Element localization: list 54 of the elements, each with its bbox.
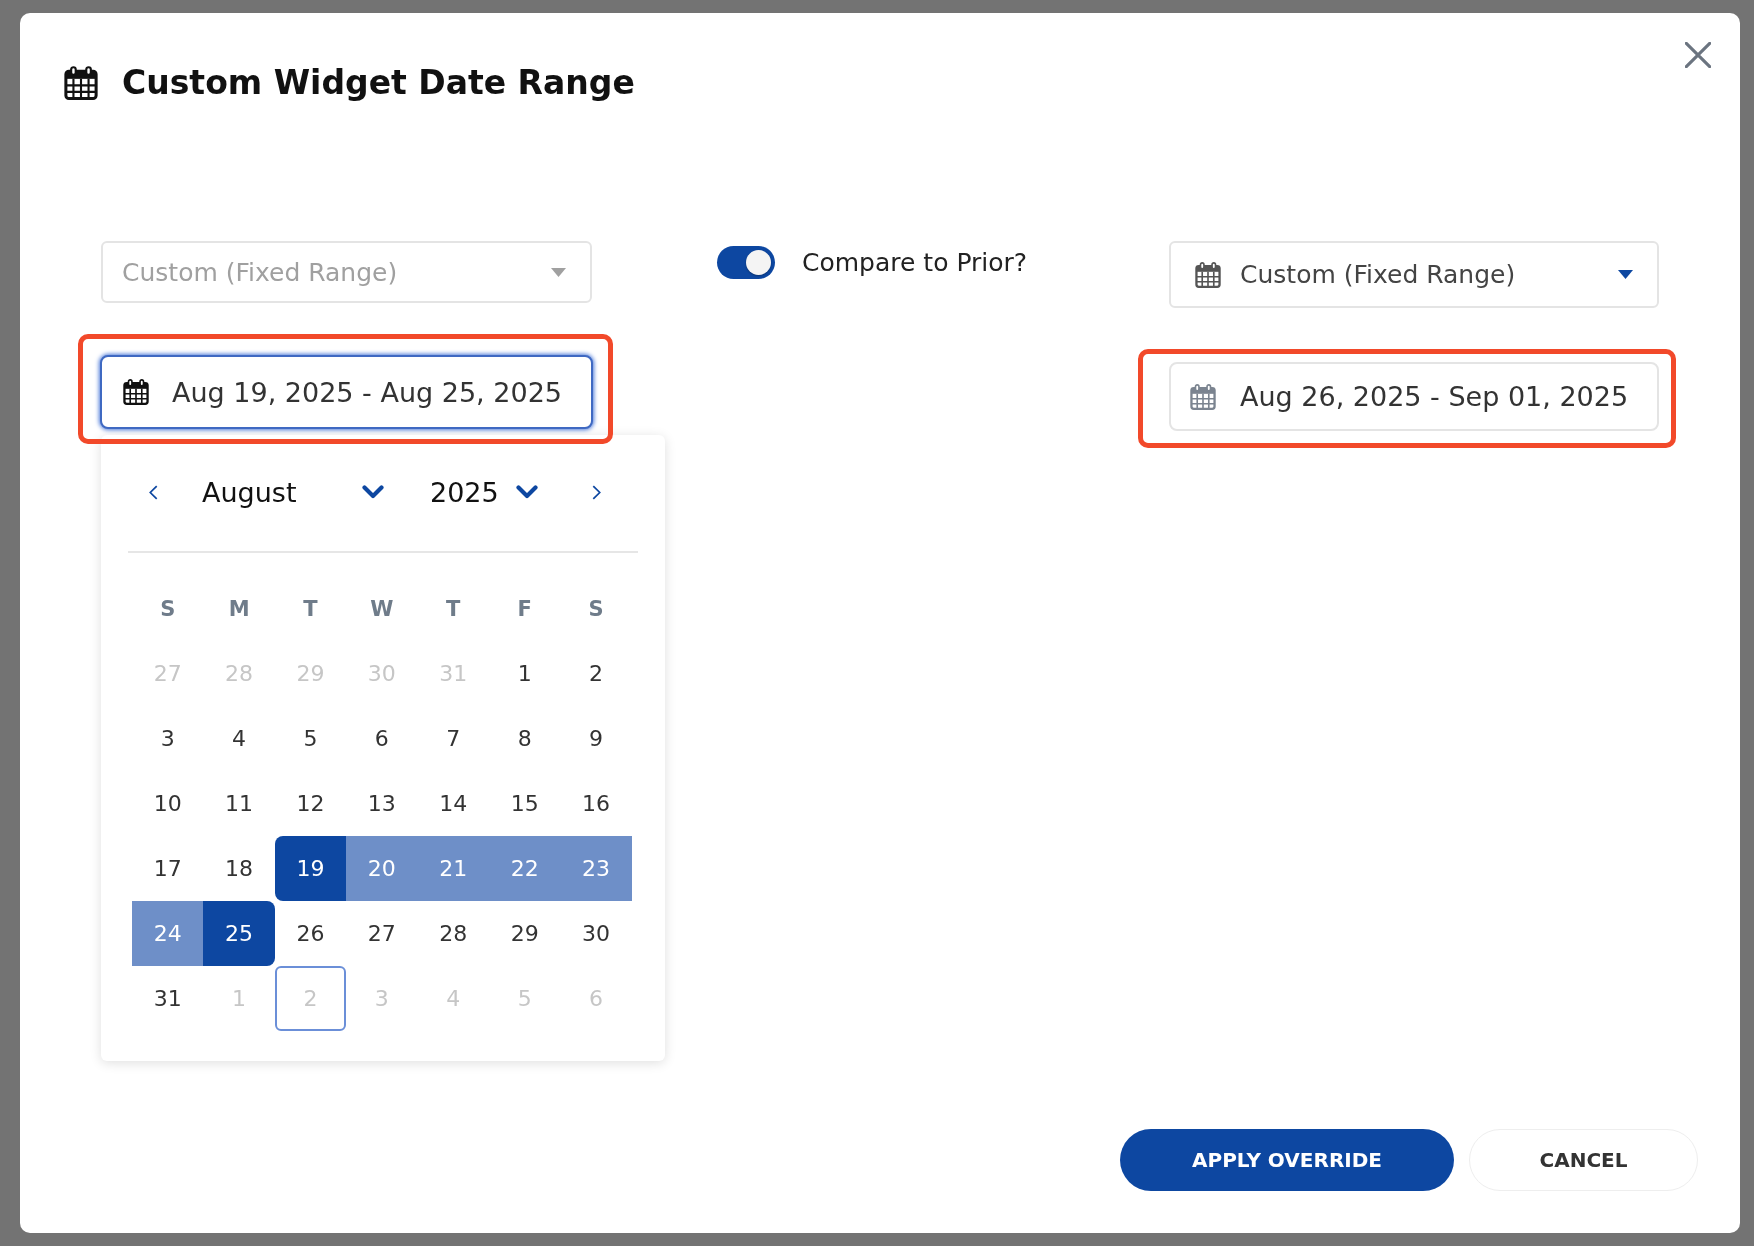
weekday-label: W: [370, 596, 394, 621]
calendar-day[interactable]: 14: [417, 771, 489, 836]
calendar-day[interactable]: 18: [203, 836, 275, 901]
compare-range-field[interactable]: Aug 26, 2025 - Sep 01, 2025: [1169, 362, 1659, 431]
calendar-day[interactable]: 7: [417, 706, 489, 771]
calendar-day[interactable]: 19: [274, 836, 347, 901]
caret-down-icon: [1618, 270, 1633, 279]
calendar-day[interactable]: 9: [560, 706, 632, 771]
calendar-day[interactable]: 2: [560, 641, 632, 706]
calendar-day[interactable]: 25: [203, 901, 275, 966]
calendar-day[interactable]: 16: [560, 771, 632, 836]
cancel-button[interactable]: CANCEL: [1469, 1129, 1698, 1191]
calendar-day[interactable]: 15: [488, 771, 561, 836]
calendar-day[interactable]: 5: [274, 706, 347, 771]
calendar-day[interactable]: 1: [488, 641, 561, 706]
weekday-label: M: [228, 596, 250, 621]
calendar-day[interactable]: 3: [132, 706, 204, 771]
chevron-right-icon[interactable]: [592, 484, 601, 500]
calendar-day[interactable]: 4: [203, 706, 275, 771]
caret-down-icon: [551, 267, 566, 277]
chevron-down-icon: [516, 485, 538, 499]
apply-button[interactable]: APPLY OVERRIDE: [1120, 1129, 1454, 1191]
calendar-day[interactable]: 6: [346, 706, 418, 771]
calendar-day[interactable]: 10: [132, 771, 204, 836]
weekday-label: S: [588, 596, 604, 621]
calendar-day[interactable]: 13: [346, 771, 418, 836]
year-dropdown[interactable]: 2025: [430, 472, 538, 512]
month-dropdown[interactable]: August: [202, 472, 384, 512]
toggle-switch[interactable]: [717, 246, 775, 279]
chevron-left-icon[interactable]: [149, 484, 158, 500]
dialog-title: Custom Widget Date Range: [122, 63, 635, 103]
calendar-day[interactable]: 31: [132, 966, 204, 1031]
calendar-day[interactable]: 12: [274, 771, 347, 836]
calendar-icon: [1195, 261, 1221, 288]
calendar-day[interactable]: 17: [132, 836, 204, 901]
chevron-down-icon: [362, 485, 384, 499]
calendar-day[interactable]: 11: [203, 771, 275, 836]
calendar-icon: [123, 379, 149, 405]
weekday-label: S: [160, 596, 176, 621]
calendar-day[interactable]: 27: [346, 901, 418, 966]
compare-preset-dropdown[interactable]: Custom (Fixed Range): [1169, 241, 1659, 308]
calendar-icon: [1190, 383, 1216, 410]
calendar-day[interactable]: 26: [274, 901, 347, 966]
weekday-label: F: [517, 596, 532, 621]
weekday-label: T: [446, 596, 461, 621]
close-icon[interactable]: [1685, 42, 1711, 68]
weekday-label: T: [303, 596, 318, 621]
calendar-day[interactable]: 29: [488, 901, 561, 966]
date-range-field[interactable]: Aug 19, 2025 - Aug 25, 2025: [100, 355, 593, 429]
calendar-day[interactable]: 30: [560, 901, 632, 966]
calendar-day[interactable]: 8: [488, 706, 561, 771]
toggle-label: Compare to Prior?: [802, 248, 1028, 277]
calendar-icon: [64, 66, 98, 100]
calendar-day[interactable]: 28: [417, 901, 489, 966]
